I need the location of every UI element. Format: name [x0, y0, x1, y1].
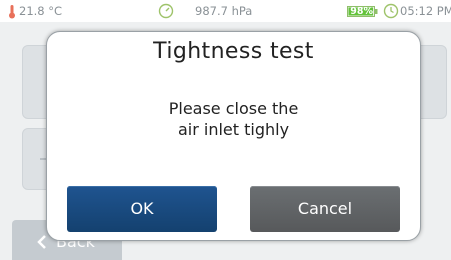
thermometer-icon — [8, 4, 16, 22]
pressure-readout: 987.7 hPa — [195, 4, 253, 18]
clock-icon — [383, 3, 399, 22]
dialog-title: Tightness test — [153, 39, 314, 64]
time-readout: 05:12 PM — [400, 4, 451, 18]
dialog-message-line: Please close the — [168, 99, 299, 118]
gauge-icon — [158, 3, 174, 22]
dialog-message-line: air inlet tighly — [177, 120, 290, 139]
battery-percent: 98% — [350, 6, 373, 17]
dialog-message: Please close the air inlet tighly — [47, 98, 420, 140]
device-screen: 21.8 °C 987.7 hPa 98% 05:12 PM Back Tigh… — [0, 0, 451, 260]
chevron-left-icon — [36, 234, 48, 254]
temperature-readout: 21.8 °C — [19, 4, 63, 18]
cancel-button[interactable]: Cancel — [250, 186, 400, 232]
tightness-test-dialog: Tightness test Please close the air inle… — [46, 31, 421, 241]
ok-button[interactable]: OK — [67, 186, 217, 232]
status-bar: 21.8 °C 987.7 hPa 98% 05:12 PM — [0, 0, 451, 22]
